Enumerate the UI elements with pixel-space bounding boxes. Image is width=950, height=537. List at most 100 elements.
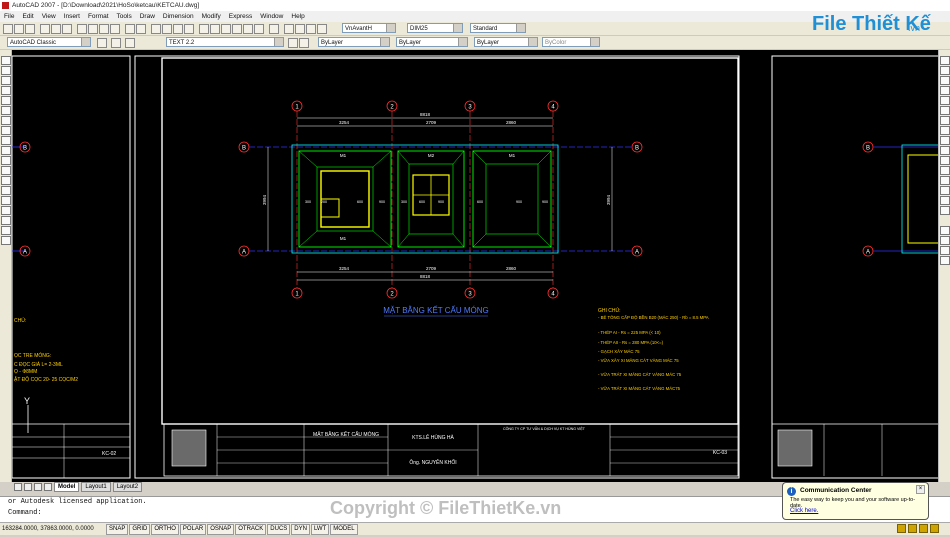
menu-view[interactable]: View (38, 13, 60, 20)
construction-line-icon[interactable] (1, 66, 11, 75)
break-icon[interactable] (940, 166, 950, 175)
lineweight-dropdown[interactable]: ByLayer (474, 37, 538, 47)
workspace-settings-icon[interactable] (97, 38, 107, 48)
tool-palettes-icon[interactable] (221, 24, 231, 34)
dim-style-dropdown[interactable]: DIM25 (407, 23, 463, 33)
menu-format[interactable]: Format (84, 13, 113, 20)
menu-tools[interactable]: Tools (113, 13, 136, 20)
color-dropdown[interactable]: ByLayer (318, 37, 390, 47)
model-toggle[interactable]: MODEL (330, 523, 358, 535)
tray-settings-icon[interactable] (919, 524, 928, 533)
ellipse-arc-icon[interactable] (1, 156, 11, 165)
copy-object-icon[interactable] (940, 66, 950, 75)
plot-icon[interactable] (40, 24, 50, 34)
menu-help[interactable]: Help (287, 13, 308, 20)
mirror-icon[interactable] (940, 76, 950, 85)
layer-manager-icon[interactable] (111, 38, 121, 48)
polygon-icon[interactable] (1, 86, 11, 95)
copy-icon[interactable] (88, 24, 98, 34)
zoom-previous-icon[interactable] (184, 24, 194, 34)
text-style-dropdown[interactable]: VnAvantH (342, 23, 396, 33)
grid-toggle[interactable]: GRID (129, 523, 151, 535)
layer-previous-icon[interactable] (299, 38, 309, 48)
publish-icon[interactable] (62, 24, 72, 34)
erase-icon[interactable] (940, 56, 950, 65)
plotstyle-dropdown[interactable]: ByColor (542, 37, 600, 47)
close-icon[interactable]: × (916, 485, 925, 494)
plot-preview-icon[interactable] (51, 24, 61, 34)
tab-next-icon[interactable] (34, 483, 42, 491)
menu-file[interactable]: File (0, 13, 18, 20)
line-icon[interactable] (1, 56, 11, 65)
clean-screen-icon[interactable] (930, 524, 939, 533)
tab-model[interactable]: Model (54, 482, 80, 492)
properties-icon[interactable] (199, 24, 209, 34)
tool-b-icon[interactable] (295, 24, 305, 34)
tool-a-icon[interactable] (284, 24, 294, 34)
tab-layout2[interactable]: Layout2 (112, 482, 143, 492)
multiline-text-icon[interactable] (1, 236, 11, 245)
snap-toggle[interactable]: SNAP (106, 523, 129, 535)
zoom-extents-icon[interactable] (940, 246, 950, 255)
offset-icon[interactable] (940, 86, 950, 95)
revision-cloud-icon[interactable] (1, 126, 11, 135)
new-icon[interactable] (3, 24, 13, 34)
chamfer-icon[interactable] (940, 186, 950, 195)
insert-block-icon[interactable] (1, 166, 11, 175)
zoom-window-icon[interactable] (173, 24, 183, 34)
markup-icon[interactable] (243, 24, 253, 34)
communication-center-icon[interactable] (908, 524, 917, 533)
menu-express[interactable]: Express (225, 13, 256, 20)
tool-d-icon[interactable] (317, 24, 327, 34)
layer-dropdown[interactable]: TEXT 2.2 (166, 37, 284, 47)
fillet-icon[interactable] (940, 196, 950, 205)
otrack-toggle[interactable]: OTRACK (235, 523, 267, 535)
cut-icon[interactable] (77, 24, 87, 34)
polyline-icon[interactable] (1, 76, 11, 85)
menu-edit[interactable]: Edit (18, 13, 37, 20)
match-properties-icon[interactable] (110, 24, 120, 34)
quickcalc-icon[interactable] (254, 24, 264, 34)
menu-insert[interactable]: Insert (60, 13, 84, 20)
menu-modify[interactable]: Modify (198, 13, 225, 20)
make-block-icon[interactable] (1, 176, 11, 185)
ducs-toggle[interactable]: DUCS (267, 523, 291, 535)
trim-icon[interactable] (940, 146, 950, 155)
undo-icon[interactable] (125, 24, 135, 34)
osnap-toggle[interactable]: OSNAP (207, 523, 235, 535)
scale-icon[interactable] (940, 126, 950, 135)
spline-icon[interactable] (1, 136, 11, 145)
menu-dimension[interactable]: Dimension (159, 13, 198, 20)
ortho-toggle[interactable]: ORTHO (151, 523, 179, 535)
tab-first-icon[interactable] (14, 483, 22, 491)
zoom-in-icon[interactable] (940, 226, 950, 235)
rectangle-icon[interactable] (1, 96, 11, 105)
drawing-canvas[interactable]: B A CHÚ: ỌC TRE MÓNG: C ĐỌC GIÁ L= 2-3ML… (12, 50, 938, 482)
zoom-realtime-icon[interactable] (162, 24, 172, 34)
extend-icon[interactable] (940, 156, 950, 165)
gradient-icon[interactable] (1, 206, 11, 215)
layer-state-icon[interactable] (125, 38, 135, 48)
paste-icon[interactable] (99, 24, 109, 34)
workspace-dropdown[interactable]: AutoCAD Classic (7, 37, 91, 47)
region-icon[interactable] (1, 216, 11, 225)
hatch-icon[interactable] (1, 196, 11, 205)
pan-icon[interactable] (151, 24, 161, 34)
tab-layout1[interactable]: Layout1 (81, 482, 111, 492)
dyn-toggle[interactable]: DYN (291, 523, 310, 535)
sheet-set-icon[interactable] (232, 24, 242, 34)
join-icon[interactable] (940, 176, 950, 185)
zoom-all-icon[interactable] (940, 256, 950, 265)
move-icon[interactable] (940, 106, 950, 115)
zoom-out-icon[interactable] (940, 236, 950, 245)
balloon-link[interactable]: Click here. (790, 508, 818, 514)
help-icon[interactable] (269, 24, 279, 34)
array-icon[interactable] (940, 96, 950, 105)
circle-icon[interactable] (1, 116, 11, 125)
arc-icon[interactable] (1, 106, 11, 115)
polar-toggle[interactable]: POLAR (179, 523, 207, 535)
tool-c-icon[interactable] (306, 24, 316, 34)
make-current-layer-icon[interactable] (288, 38, 298, 48)
save-icon[interactable] (25, 24, 35, 34)
explode-icon[interactable] (940, 206, 950, 215)
